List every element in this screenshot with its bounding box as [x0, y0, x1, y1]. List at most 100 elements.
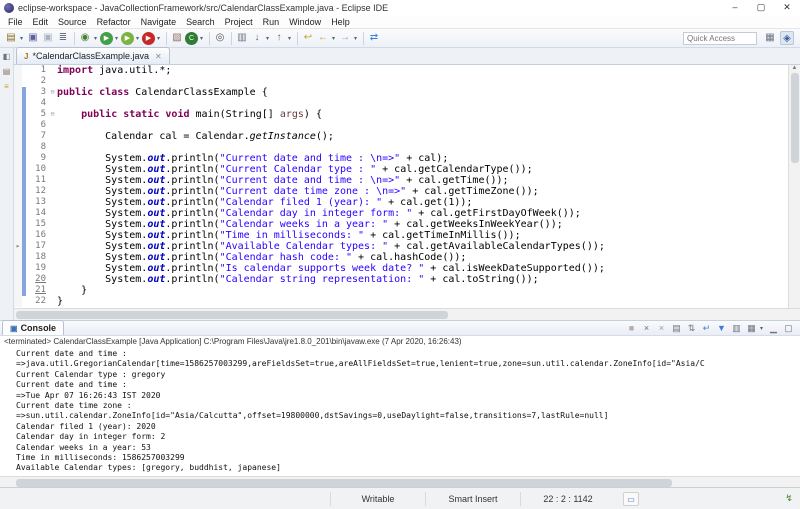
annotation-ruler[interactable]	[14, 76, 22, 87]
run-icon-dropdown[interactable]: ▾	[113, 35, 120, 42]
line-number[interactable]: 22	[26, 296, 48, 307]
last-edit-location-icon[interactable]: ↩	[301, 31, 315, 45]
console-tab[interactable]: ▣ Console	[2, 320, 65, 335]
line-number[interactable]: 10	[26, 164, 48, 175]
code-line[interactable]: 10 System.out.println("Current Calendar …	[14, 164, 788, 175]
code-line[interactable]: 7 Calendar cal = Calendar.getInstance();	[14, 131, 788, 142]
remove-launch-icon[interactable]: ×	[640, 322, 653, 335]
line-number[interactable]: 14	[26, 208, 48, 219]
restore-view-icon[interactable]: ◧	[1, 51, 12, 62]
menu-window[interactable]: Window	[284, 17, 326, 27]
search-icon[interactable]: ◎	[213, 31, 227, 45]
console-horizontal-scrollbar[interactable]	[0, 476, 800, 487]
minimize-view-icon[interactable]: ▁	[767, 322, 780, 335]
annotation-ruler[interactable]	[14, 87, 22, 98]
annotation-ruler[interactable]	[14, 153, 22, 164]
line-number[interactable]: 12	[26, 186, 48, 197]
run-icon[interactable]: ▶	[100, 31, 113, 45]
minimize-button[interactable]: –	[722, 0, 748, 16]
new-java-project-icon[interactable]: ▧	[170, 31, 184, 45]
annotation-ruler[interactable]	[14, 120, 22, 131]
new-java-class-icon-dropdown[interactable]: ▾	[198, 35, 205, 42]
line-number[interactable]: 5	[26, 109, 48, 120]
code-line[interactable]: 11 System.out.println("Current date and …	[14, 175, 788, 186]
code-line[interactable]: 21 }	[14, 285, 788, 296]
code-line[interactable]: 22}	[14, 296, 788, 307]
clear-console-icon[interactable]: ▤	[670, 322, 683, 335]
line-number[interactable]: 15	[26, 219, 48, 230]
previous-annotation-icon[interactable]: ↑	[272, 31, 286, 45]
tab-close-icon[interactable]: ✕	[155, 52, 162, 61]
editor-tab[interactable]: J *CalendarClassExample.java ✕	[16, 47, 170, 64]
annotation-ruler[interactable]	[14, 219, 22, 230]
open-task-icon[interactable]: ▥	[235, 31, 249, 45]
line-number[interactable]: 4	[26, 98, 48, 109]
annotation-ruler[interactable]	[14, 98, 22, 109]
previous-annotation-icon-dropdown[interactable]: ▾	[286, 35, 293, 42]
code-line[interactable]: 3 ⊖ public class CalendarClassExample {	[14, 87, 788, 98]
editor-vertical-scrollbar[interactable]: ▲	[788, 65, 800, 308]
code-line[interactable]: ▸ 17 System.out.println("Available Calend…	[14, 241, 788, 252]
line-number[interactable]: 21	[26, 285, 48, 296]
open-perspective-icon[interactable]: ▦	[763, 31, 777, 45]
progress-monitor-icon[interactable]: ↯	[782, 493, 796, 504]
code-line[interactable]: 2	[14, 76, 788, 87]
word-wrap-icon[interactable]: ↵	[700, 322, 713, 335]
annotation-ruler[interactable]	[14, 252, 22, 263]
line-number[interactable]: 17	[26, 241, 48, 252]
line-number[interactable]: 20	[26, 274, 48, 285]
scrollbar-thumb[interactable]	[16, 479, 672, 487]
new-wizard-icon[interactable]: ▤	[4, 31, 18, 45]
code-line[interactable]: 18 System.out.println("Calendar hash cod…	[14, 252, 788, 263]
next-annotation-icon-dropdown[interactable]: ▾	[264, 35, 271, 42]
annotation-ruler[interactable]	[14, 197, 22, 208]
quick-access-input[interactable]	[683, 31, 757, 45]
code-line[interactable]: 20 System.out.println("Calendar string r…	[14, 274, 788, 285]
line-number[interactable]: 8	[26, 142, 48, 153]
debug-icon-dropdown[interactable]: ▾	[92, 35, 99, 42]
editor-status-icon[interactable]: ▭	[623, 491, 639, 506]
run-external-tools-icon[interactable]: ▶	[121, 31, 134, 45]
code-line[interactable]: 12 System.out.println("Current date time…	[14, 186, 788, 197]
line-number[interactable]: 2	[26, 76, 48, 87]
back-icon[interactable]: ←	[316, 31, 330, 45]
run-external-tools-icon-dropdown[interactable]: ▾	[134, 35, 141, 42]
outline-view-icon[interactable]: ≡	[1, 81, 12, 92]
code-line[interactable]: 9 System.out.println("Current date and t…	[14, 153, 788, 164]
annotation-ruler[interactable]	[14, 109, 22, 120]
annotation-ruler[interactable]	[14, 175, 22, 186]
fold-marker[interactable]: ⊖	[48, 87, 57, 98]
maximize-view-icon[interactable]: ▢	[782, 322, 795, 335]
new-wizard-icon-dropdown[interactable]: ▾	[18, 35, 25, 42]
line-number[interactable]: 7	[26, 131, 48, 142]
scroll-up-icon[interactable]: ▲	[792, 65, 798, 71]
annotation-ruler[interactable]	[14, 65, 22, 76]
menu-run[interactable]: Run	[258, 17, 285, 27]
annotation-ruler[interactable]	[14, 208, 22, 219]
annotation-ruler[interactable]	[14, 186, 22, 197]
menu-edit[interactable]: Edit	[28, 17, 54, 27]
remove-all-terminated-icon[interactable]: ×	[655, 322, 668, 335]
pin-console-icon[interactable]: ▼	[715, 322, 728, 335]
code-line[interactable]: 6	[14, 120, 788, 131]
code-line[interactable]: 13 System.out.println("Calendar filed 1 …	[14, 197, 788, 208]
line-number[interactable]: 18	[26, 252, 48, 263]
code-line[interactable]: 5 ⊖ public static void main(String[] args…	[14, 109, 788, 120]
package-explorer-icon[interactable]: ▤	[1, 66, 12, 77]
coverage-icon-dropdown[interactable]: ▾	[155, 35, 162, 42]
open-console-icon[interactable]: ▦	[745, 322, 758, 335]
annotation-ruler[interactable]	[14, 285, 22, 296]
menu-refactor[interactable]: Refactor	[92, 17, 136, 27]
scrollbar-thumb[interactable]	[790, 73, 799, 163]
annotation-ruler[interactable]	[14, 142, 22, 153]
line-number[interactable]: 6	[26, 120, 48, 131]
link-with-editor-icon[interactable]: ⇄	[367, 31, 381, 45]
forward-icon[interactable]: →	[338, 31, 352, 45]
line-number[interactable]: 13	[26, 197, 48, 208]
line-number[interactable]: 3	[26, 87, 48, 98]
scroll-lock-icon[interactable]: ⇅	[685, 322, 698, 335]
menu-help[interactable]: Help	[326, 17, 355, 27]
next-annotation-icon[interactable]: ↓	[250, 31, 264, 45]
close-button[interactable]: ✕	[774, 0, 800, 16]
debug-icon[interactable]: ◉	[78, 31, 92, 45]
